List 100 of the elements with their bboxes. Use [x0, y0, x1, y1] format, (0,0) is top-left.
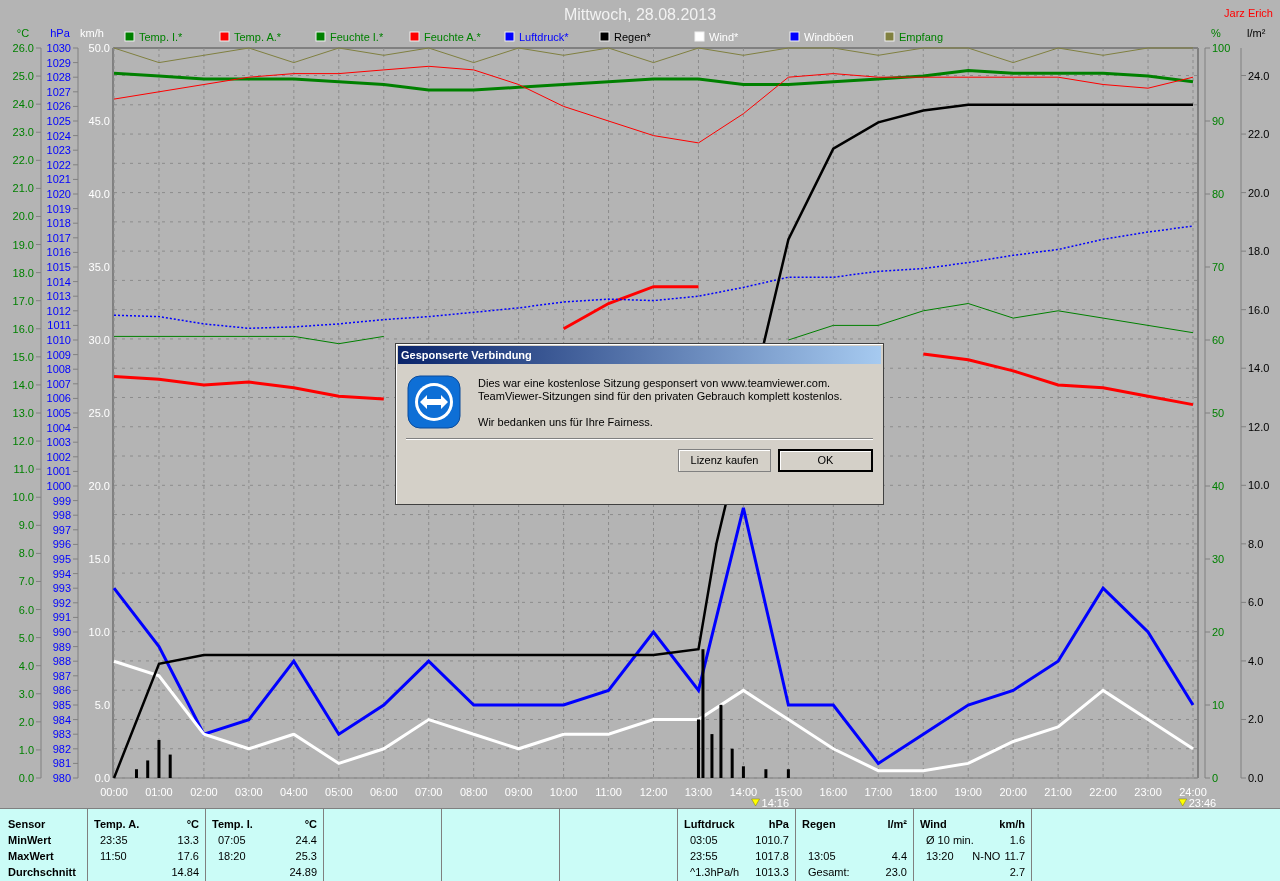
- axis-label: 996: [52, 538, 71, 551]
- table-cell-text: 23.0: [885, 864, 907, 880]
- column-title: Temp. I.: [212, 816, 253, 832]
- table-cell-text: 07:05: [218, 832, 246, 848]
- axis-label: 17.0: [12, 294, 34, 307]
- axis-label: 03:00: [235, 786, 263, 798]
- axis-label: 3.0: [18, 687, 34, 700]
- table-cell-text: 1010.7: [755, 832, 789, 848]
- axis-label: 1.0: [18, 743, 34, 756]
- axis-label: 24:00: [1179, 786, 1207, 798]
- axis-label: 09:00: [504, 786, 533, 798]
- axis-label: 17:00: [864, 786, 893, 798]
- table-cell-text: 14.84: [171, 864, 199, 880]
- axis-label: 1014: [46, 275, 71, 288]
- axis-label: 18.0: [1248, 245, 1270, 258]
- axis-label: 1019: [46, 202, 71, 215]
- axis-label: 20: [1212, 626, 1225, 638]
- axis-label: 16.0: [12, 322, 34, 335]
- table-cell-text: Ø 10 min.: [926, 832, 974, 848]
- table-cell-text: 13.3: [177, 832, 199, 848]
- axis-label: 985: [52, 699, 71, 711]
- row-label: MaxWert: [8, 848, 54, 864]
- legend-label: Wind*: [709, 31, 739, 43]
- axis-label: 18:00: [909, 786, 937, 798]
- dialog-button[interactable]: Lizenz kaufen: [678, 449, 771, 472]
- axis-unit: hPa: [50, 27, 70, 39]
- axis-label: 1027: [46, 85, 71, 98]
- axis-label: 23.0: [12, 126, 34, 139]
- axis-label: 5.0: [18, 631, 34, 644]
- column-title: Regen: [802, 816, 836, 832]
- axis-label: 990: [52, 626, 71, 638]
- axis-label: 1001: [46, 465, 71, 478]
- axis-label: 40: [1212, 480, 1225, 492]
- axis-label: 30.0: [88, 334, 110, 346]
- legend-label: Luftdruck*: [519, 31, 569, 43]
- axis-label: 7.0: [18, 575, 34, 588]
- axis-label: 13.0: [12, 407, 34, 419]
- axis-label: 1002: [46, 450, 71, 463]
- axis-label: 1021: [46, 173, 71, 186]
- axis-label: 995: [52, 553, 71, 565]
- row-label: Sensor: [8, 816, 46, 832]
- axis-label: 26.0: [12, 42, 34, 54]
- axis-label: 6.0: [18, 603, 34, 616]
- teamviewer-icon: [406, 374, 462, 430]
- dialog-message: Wir bedanken uns für Ihre Fairness.: [478, 416, 654, 429]
- axis-label: 10.0: [12, 491, 34, 504]
- row-label: MinWert: [8, 832, 52, 848]
- axis-label: 1024: [46, 129, 71, 142]
- axis-label: 25.0: [88, 407, 110, 419]
- axis-label: 01:00: [145, 786, 173, 798]
- axis-label: 100: [1212, 42, 1231, 54]
- legend-label: Temp. A.*: [234, 31, 282, 43]
- table-cell-text: 11.7: [1004, 848, 1025, 864]
- axis-label: 35.0: [88, 261, 110, 273]
- axis-label: 21:00: [1044, 786, 1072, 798]
- axis-label: 1023: [46, 144, 71, 157]
- axis-label: 1017: [46, 231, 71, 244]
- axis-label: 24.0: [1248, 69, 1270, 82]
- axis-label: 13:00: [684, 786, 713, 798]
- rain-bar: [146, 760, 150, 778]
- axis-label: 987: [52, 669, 71, 682]
- legend-label: Windböen: [804, 31, 854, 43]
- axis-label: 981: [52, 757, 71, 770]
- table-cell-text: 24.4: [295, 832, 317, 848]
- table-cell-text: 25.3: [295, 848, 317, 864]
- column-unit: km/h: [999, 816, 1025, 832]
- column-title: Wind: [920, 816, 947, 832]
- axis-label: 24.0: [12, 98, 34, 111]
- axis-label: 999: [52, 494, 71, 507]
- table-cell-text: 24.89: [289, 864, 317, 880]
- axis-label: 50: [1212, 407, 1225, 419]
- axis-label: 10:00: [549, 786, 578, 798]
- axis-label: 4.0: [18, 659, 34, 672]
- axis-label: 1020: [46, 188, 71, 200]
- table-cell-text: 13:20: [926, 848, 954, 864]
- axis-label: 1006: [46, 392, 71, 405]
- axis-label: 40.0: [88, 188, 110, 200]
- axis-label: 22.0: [1248, 128, 1270, 141]
- table-cell-text: 1013.3: [755, 864, 789, 880]
- axis-label: 02:00: [190, 786, 218, 798]
- axis-label: 1004: [46, 421, 71, 434]
- axis-label: 22.0: [12, 154, 34, 167]
- axis-label: 986: [52, 684, 71, 697]
- dialog-button[interactable]: OK: [778, 449, 873, 472]
- table-cell-text: 03:05: [690, 832, 718, 848]
- axis-label: 1009: [46, 348, 71, 361]
- axis-label: 2.0: [18, 715, 34, 728]
- axis-label: 10.0: [88, 626, 110, 638]
- table-cell-text: 4.4: [891, 848, 907, 864]
- axis-label: 994: [52, 567, 71, 580]
- axis-label: 1016: [46, 246, 71, 259]
- legend-label: Temp. I.*: [139, 31, 183, 43]
- table-cell-text: N-NO: [972, 848, 1001, 864]
- axis-label: 80: [1212, 188, 1225, 200]
- axis-label: 997: [52, 523, 71, 536]
- axis-label: 90: [1212, 115, 1225, 127]
- table-cell-text: 1.6: [1009, 832, 1025, 848]
- axis-label: 984: [52, 713, 71, 726]
- column-unit: °C: [186, 816, 199, 832]
- axis-label: 0.0: [94, 772, 110, 784]
